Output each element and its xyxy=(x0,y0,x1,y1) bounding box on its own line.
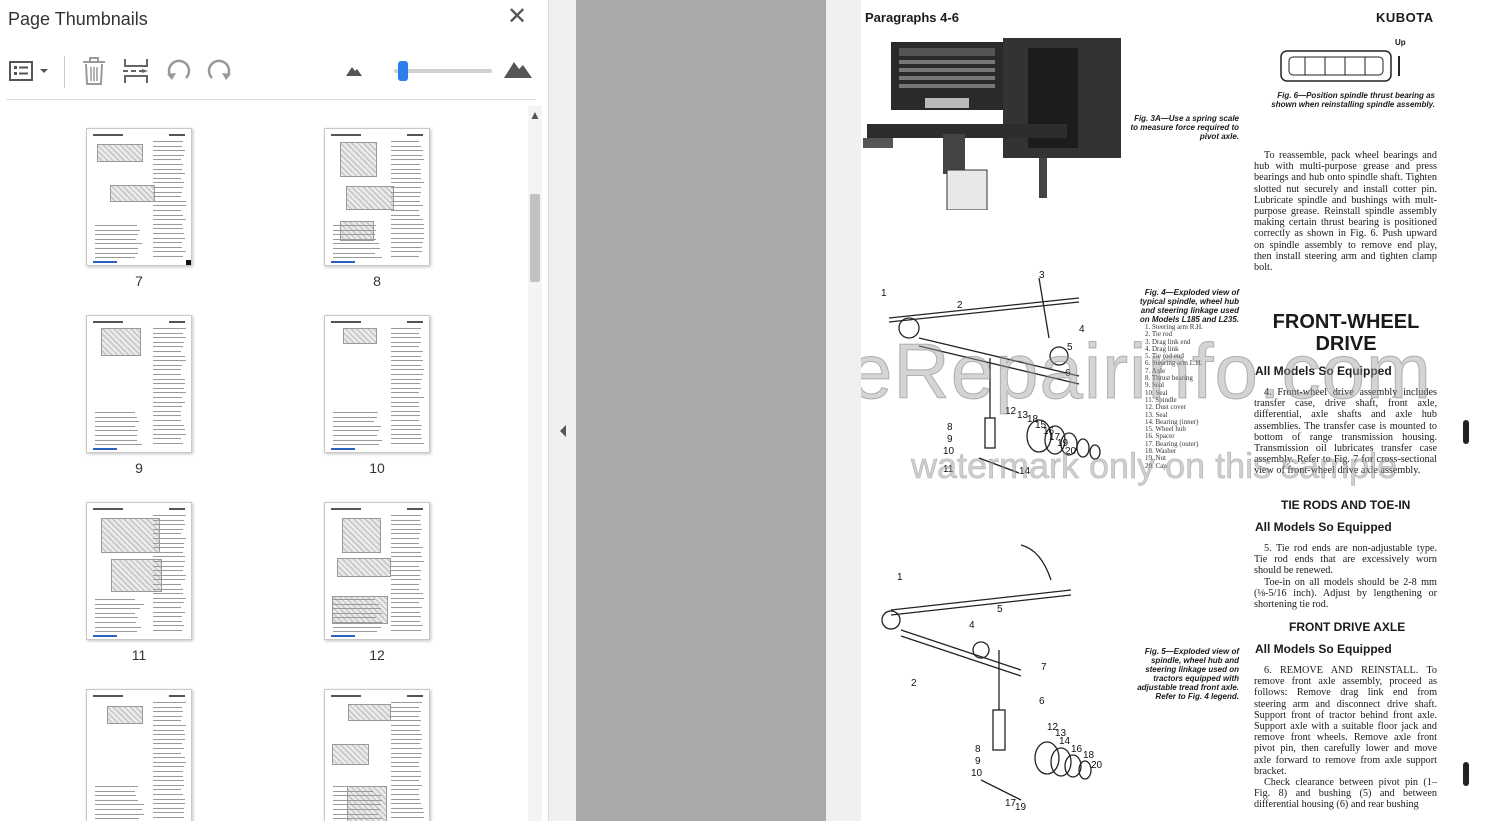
svg-text:2: 2 xyxy=(911,678,917,689)
paragraph-6: 6. REMOVE AND REINSTALL. To remove front… xyxy=(1254,665,1437,777)
svg-text:1: 1 xyxy=(881,288,887,299)
delete-page-icon[interactable] xyxy=(80,56,108,86)
thrust-bearing-figure xyxy=(1280,50,1400,82)
reassemble-paragraph: To reassemble, pack wheel bearings and h… xyxy=(1254,150,1437,274)
page-edge-mark-2 xyxy=(1463,762,1469,786)
front-axle-heading: FRONT DRIVE AXLE xyxy=(1289,620,1406,634)
toe-in-paragraph: Toe-in on all models should be 2-8 mm (⅛… xyxy=(1254,577,1437,611)
thumbnails-scrollbar[interactable]: ▲ xyxy=(528,106,542,821)
panel-splitter[interactable] xyxy=(549,0,576,821)
svg-text:8: 8 xyxy=(975,744,981,755)
rotate-counterclockwise-icon[interactable] xyxy=(164,56,194,86)
thumbnail-page-number: 11 xyxy=(131,647,147,663)
watermark-text: eRepairinfo.com xyxy=(861,327,1432,416)
svg-text:7: 7 xyxy=(1041,662,1047,673)
document-page: Paragraphs 4-6 KUBOTA Fig. 3A—Use a spri… xyxy=(861,0,1489,821)
page-thumbnail[interactable] xyxy=(86,689,192,821)
thumbnail-options-icon[interactable] xyxy=(8,56,52,86)
page-brand: KUBOTA xyxy=(1376,10,1434,25)
page-header: Paragraphs 4-6 xyxy=(865,10,959,25)
page-thumbnail[interactable] xyxy=(324,502,430,640)
svg-text:8: 8 xyxy=(947,422,953,433)
page-thumbnail[interactable] xyxy=(324,128,430,266)
scrollbar-thumb[interactable] xyxy=(530,194,540,282)
watermark-subtext: watermark only on this sample xyxy=(911,445,1398,487)
fig3a-caption: Fig. 3A—Use a spring scale to measure fo… xyxy=(1130,114,1239,141)
svg-text:14: 14 xyxy=(1059,736,1071,747)
zoom-in-mountain-icon[interactable] xyxy=(502,58,534,88)
svg-text:4: 4 xyxy=(969,620,975,631)
document-background xyxy=(576,0,826,821)
svg-text:1: 1 xyxy=(897,572,903,583)
zoom-out-mountain-icon[interactable] xyxy=(344,62,364,92)
svg-text:20: 20 xyxy=(1091,760,1103,771)
thumbnail-page-number: 7 xyxy=(135,273,143,289)
thumbnail-page-number: 10 xyxy=(369,460,385,476)
tractor-photo-figure xyxy=(863,38,1121,210)
fig5-exploded-diagram: 124576 121314161820 89101719 xyxy=(881,544,1103,813)
svg-text:2: 2 xyxy=(957,300,963,311)
svg-text:5: 5 xyxy=(997,604,1003,615)
paragraph-5: 5. Tie rod ends are non-adjustable type.… xyxy=(1254,543,1437,577)
svg-text:16: 16 xyxy=(1071,744,1083,755)
svg-text:9: 9 xyxy=(975,756,981,767)
close-icon[interactable]: ✕ xyxy=(506,5,528,29)
svg-text:19: 19 xyxy=(1015,802,1027,813)
toolbar-divider xyxy=(64,56,65,88)
page-thumbnail[interactable] xyxy=(86,502,192,640)
page-thumbnail[interactable] xyxy=(324,689,430,821)
thumbnail-list[interactable]: 7 8 9 10 11 12 xyxy=(0,106,528,821)
thumbnails-panel: Page Thumbnails ✕ 7 8 9 10 11 12 ▲ xyxy=(0,0,549,821)
thumbnail-page-number: 8 xyxy=(373,273,381,289)
fig4-caption: Fig. 4—Exploded view of typical spindle,… xyxy=(1139,288,1239,324)
page-thumbnail[interactable] xyxy=(324,315,430,453)
fig5-caption: Fig. 5—Exploded view of spindle, wheel h… xyxy=(1137,647,1239,701)
pdf-viewer: Page Thumbnails ✕ 7 8 9 10 11 12 ▲ Parag… xyxy=(0,0,1489,821)
fig6-up-label: Up xyxy=(1395,38,1406,47)
svg-text:3: 3 xyxy=(1039,270,1045,281)
page-thumbnail[interactable] xyxy=(86,128,192,266)
check-clearance-paragraph: Check clearance between pivot pin (1–Fig… xyxy=(1254,777,1437,811)
thumbnails-toolbar xyxy=(6,46,536,100)
thumbnail-size-slider[interactable] xyxy=(394,61,492,81)
thumbnail-page-number: 12 xyxy=(369,647,385,663)
panel-title: Page Thumbnails xyxy=(8,9,148,29)
slider-thumb[interactable] xyxy=(398,61,409,81)
svg-text:6: 6 xyxy=(1039,696,1045,707)
page-thumbnail[interactable] xyxy=(86,315,192,453)
collapse-panel-icon[interactable] xyxy=(558,424,568,438)
models-equipped-label-2: All Models So Equipped xyxy=(1255,520,1392,534)
scroll-up-arrow-icon[interactable]: ▲ xyxy=(528,108,542,124)
extract-page-icon[interactable] xyxy=(122,56,150,86)
svg-text:9: 9 xyxy=(947,434,953,445)
models-equipped-label-3: All Models So Equipped xyxy=(1255,642,1392,656)
tie-rods-heading: TIE RODS AND TOE-IN xyxy=(1281,498,1411,512)
svg-text:10: 10 xyxy=(971,768,983,779)
fig6-caption: Fig. 6—Position spindle thrust bearing a… xyxy=(1271,91,1435,109)
page-edge-mark xyxy=(1463,420,1469,444)
thumbnail-page-number: 9 xyxy=(135,460,143,476)
rotate-clockwise-icon[interactable] xyxy=(204,56,234,86)
